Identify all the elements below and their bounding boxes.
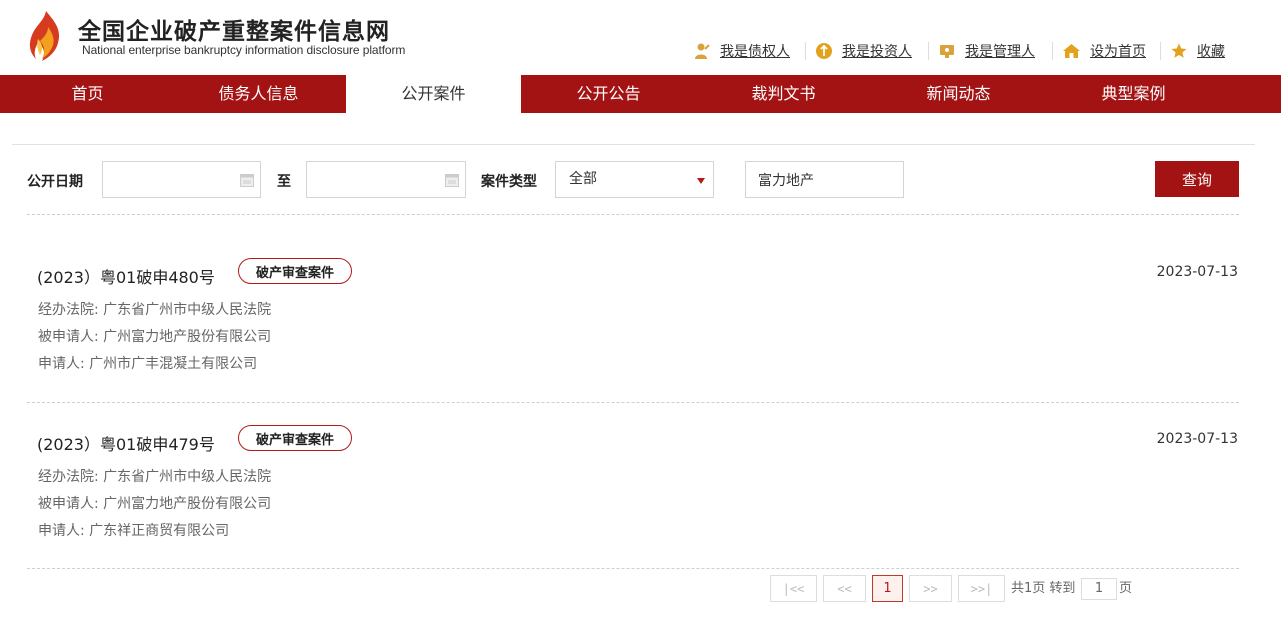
site-header: 全国企业破产重整案件信息网 National enterprise bankru… bbox=[0, 0, 1281, 75]
date-label: 公开日期 bbox=[27, 174, 83, 190]
case-respondent: 被申请人: 广州富力地产股份有限公司 bbox=[38, 496, 272, 512]
case-item[interactable]: (2023）粤01破申480号 破产审查案件 2023-07-13 经办法院: … bbox=[0, 258, 1281, 404]
last-page-button[interactable]: >>| bbox=[958, 575, 1005, 602]
nav-news[interactable]: 新闻动态 bbox=[871, 75, 1046, 113]
case-title[interactable]: (2023）粤01破申479号 bbox=[37, 431, 215, 455]
calendar-icon[interactable] bbox=[240, 173, 254, 187]
calendar-icon[interactable] bbox=[445, 173, 459, 187]
case-type-tag: 破产审查案件 bbox=[238, 258, 352, 284]
case-applicant: 申请人: 广东祥正商贸有限公司 bbox=[38, 523, 230, 539]
manager-link[interactable]: 我是管理人 bbox=[938, 38, 1035, 64]
case-type-value: 全部 bbox=[569, 171, 597, 187]
nav-judgments[interactable]: 裁判文书 bbox=[696, 75, 871, 113]
set-homepage-label: 设为首页 bbox=[1090, 44, 1146, 60]
start-date-field[interactable] bbox=[102, 161, 261, 198]
case-court: 经办法院: 广东省广州市中级人民法院 bbox=[38, 302, 272, 318]
end-date-input[interactable] bbox=[307, 162, 465, 197]
investor-link[interactable]: 我是投资人 bbox=[815, 38, 912, 64]
case-title[interactable]: (2023）粤01破申480号 bbox=[37, 264, 215, 288]
end-date-field[interactable] bbox=[306, 161, 466, 198]
current-page-button[interactable]: 1 bbox=[872, 575, 903, 602]
case-type-label: 案件类型 bbox=[481, 174, 537, 190]
divider bbox=[805, 42, 806, 60]
manager-link-label: 我是管理人 bbox=[965, 44, 1035, 60]
nav-debtor-info[interactable]: 债务人信息 bbox=[171, 75, 346, 113]
case-respondent: 被申请人: 广州富力地产股份有限公司 bbox=[38, 329, 272, 345]
total-pages-text: 共1页 转到 bbox=[1011, 581, 1076, 596]
divider bbox=[1160, 42, 1161, 60]
divider bbox=[12, 144, 1255, 145]
divider bbox=[928, 42, 929, 60]
investor-icon bbox=[816, 43, 832, 59]
favorite-link[interactable]: 收藏 bbox=[1170, 38, 1225, 64]
case-court: 经办法院: 广东省广州市中级人民法院 bbox=[38, 469, 272, 485]
star-icon bbox=[1171, 43, 1187, 58]
query-button[interactable]: 查询 bbox=[1155, 161, 1239, 197]
nav-typical-cases[interactable]: 典型案例 bbox=[1046, 75, 1221, 113]
page: 全国企业破产重整案件信息网 National enterprise bankru… bbox=[0, 0, 1281, 635]
case-date: 2023-07-13 bbox=[1156, 264, 1238, 280]
main-nav: 首页 债务人信息 公开案件 公开公告 裁判文书 新闻动态 典型案例 bbox=[0, 75, 1281, 113]
investor-link-label: 我是投资人 bbox=[842, 44, 912, 60]
prev-page-button[interactable]: << bbox=[823, 575, 866, 602]
keyword-input[interactable] bbox=[746, 162, 903, 197]
nav-home[interactable]: 首页 bbox=[0, 75, 175, 113]
next-page-button[interactable]: >> bbox=[909, 575, 952, 602]
creditor-link-label: 我是债权人 bbox=[720, 44, 790, 60]
manager-icon bbox=[940, 45, 954, 58]
case-type-tag: 破产审查案件 bbox=[238, 425, 352, 451]
favorite-label: 收藏 bbox=[1197, 44, 1225, 60]
case-applicant: 申请人: 广州市广丰混凝土有限公司 bbox=[38, 356, 258, 372]
nav-public-notices[interactable]: 公开公告 bbox=[521, 75, 696, 113]
keyword-field[interactable] bbox=[745, 161, 904, 198]
to-label: 至 bbox=[277, 174, 291, 190]
nav-public-cases[interactable]: 公开案件 bbox=[346, 75, 521, 113]
divider bbox=[27, 568, 1239, 569]
case-item[interactable]: (2023）粤01破申479号 破产审查案件 2023-07-13 经办法院: … bbox=[0, 425, 1281, 571]
caret-down-icon bbox=[697, 178, 705, 184]
start-date-input[interactable] bbox=[103, 162, 260, 197]
page-suffix-text: 页 bbox=[1119, 581, 1133, 596]
case-type-select[interactable]: 全部 bbox=[555, 161, 714, 198]
divider bbox=[27, 402, 1239, 403]
creditor-icon bbox=[695, 43, 710, 59]
goto-page-input[interactable]: 1 bbox=[1081, 578, 1117, 600]
first-page-button[interactable]: |<< bbox=[770, 575, 817, 602]
divider bbox=[1052, 42, 1053, 60]
home-icon bbox=[1063, 44, 1080, 58]
creditor-link[interactable]: 我是债权人 bbox=[693, 38, 790, 64]
case-date: 2023-07-13 bbox=[1156, 431, 1238, 447]
divider bbox=[27, 214, 1239, 215]
set-homepage-link[interactable]: 设为首页 bbox=[1062, 38, 1146, 64]
